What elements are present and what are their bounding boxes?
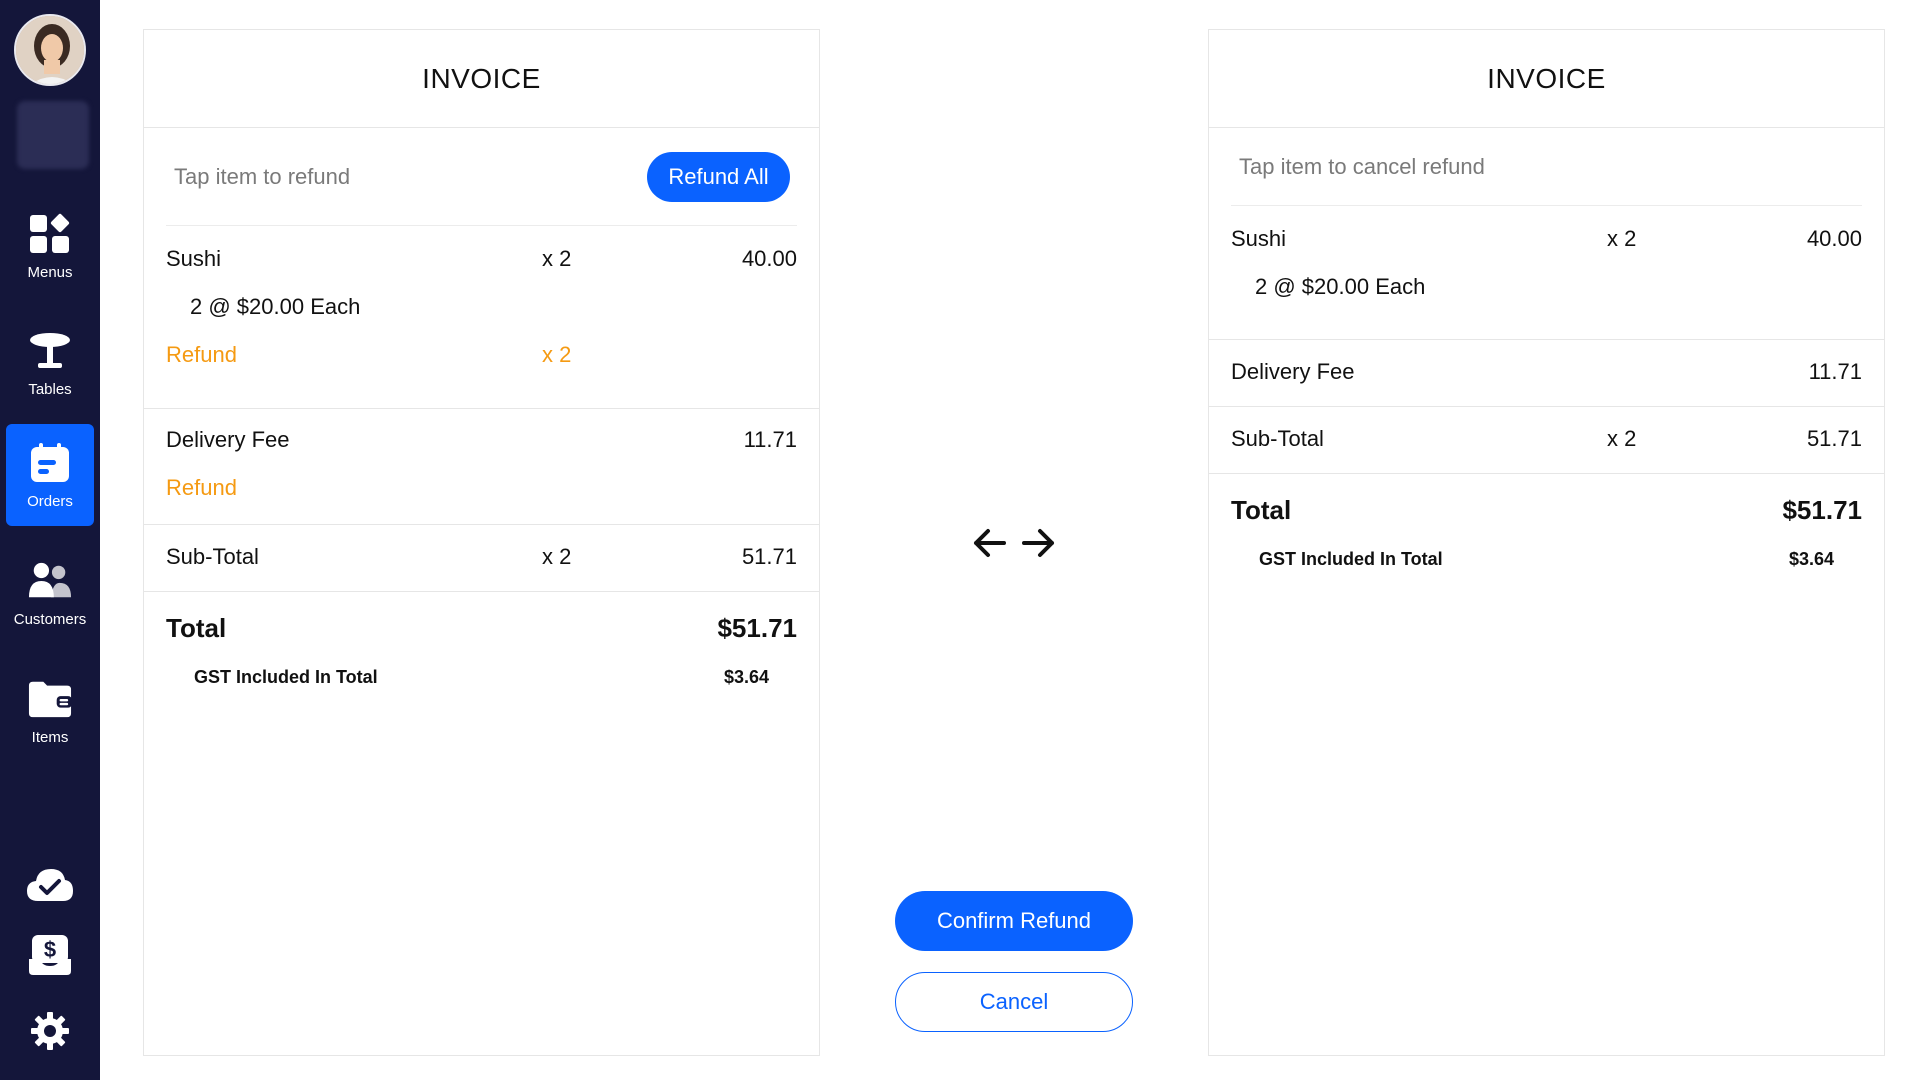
gst-label: GST Included In Total [194,667,378,687]
item-amount: 40.00 [741,246,797,271]
item-qty: x 2 [542,246,572,271]
sidebar-item-menus[interactable]: Menus [6,195,94,297]
cash-drawer-icon[interactable]: $ [25,930,75,980]
item-amount: 40.00 [1806,226,1862,251]
invoice-item-sushi[interactable]: Sushi x 2 40.00 2 @ $20.00 Each Refund x… [144,228,819,436]
customers-icon [28,559,72,603]
svg-text:$: $ [44,937,56,962]
avatar-image [16,16,84,84]
sidebar-item-label: Tables [28,380,72,398]
orders-icon [28,441,72,485]
total-amount: $51.71 [717,613,797,643]
subtotal-amount: 51.71 [741,544,797,569]
cloud-check-icon[interactable] [25,860,75,910]
invoice-item-delivery-fee[interactable]: Delivery Fee 11.71 Refund [144,409,819,525]
total-label: Total [1231,495,1292,525]
sidebar-item-label: Customers [13,610,87,628]
items-folder-icon [28,677,72,721]
item-amount: 11.71 [1808,359,1862,384]
sidebar-item-label: Orders [27,492,73,510]
subtotal-row: Sub-Total x 2 51.71 [1209,407,1884,473]
invoice-item-delivery-fee[interactable]: Delivery Fee 11.71 [1209,340,1884,406]
item-refund-label: Refund [166,475,237,500]
refund-hint-row: Tap item to refund Refund All [166,128,797,226]
subtotal-label: Sub-Total [166,544,259,569]
sidebar-item-orders[interactable]: Orders [6,424,94,526]
cancel-refund-hint-row: Tap item to cancel refund [1231,128,1862,206]
cancel-button[interactable]: Cancel [895,972,1133,1032]
item-name: Sushi [166,246,222,271]
item-refund-label: Refund [166,342,237,367]
gst-amount: $3.64 [1788,549,1834,569]
item-name: Sushi [1231,226,1287,251]
subtotal-qty: x 2 [542,544,572,569]
item-amount: 11.71 [743,427,797,452]
sidebar-item-label: Items [31,728,69,746]
subtotal-label: Sub-Total [1231,426,1324,451]
item-refund-qty: x 2 [542,342,572,367]
sidebar-item-label: Menus [27,263,73,281]
sidebar: Menus Tables Orders Customers Items $ [0,0,100,1080]
total-label: Total [166,613,227,643]
invoice-title: INVOICE [144,30,819,128]
item-qty: x 2 [1607,226,1637,251]
refund-target-invoice: INVOICE Tap item to cancel refund Sushi … [1208,29,1885,1056]
sidebar-item-tables[interactable]: Tables [6,312,94,414]
item-detail: 2 @ $20.00 Each [1255,274,1426,299]
refund-all-button[interactable]: Refund All [647,152,790,202]
store-logo [17,101,89,169]
invoice-title: INVOICE [1209,30,1884,128]
subtotal-row: Sub-Total x 2 51.71 [144,525,819,591]
total-section: Total $51.71 GST Included In Total $3.64 [144,592,819,712]
total-section: Total $51.71 GST Included In Total $3.64 [1209,474,1884,594]
item-detail: 2 @ $20.00 Each [190,294,361,319]
menus-grid-icon [28,212,72,256]
confirm-refund-button[interactable]: Confirm Refund [895,891,1133,951]
swap-arrows-icon[interactable] [972,521,1058,565]
item-name: Delivery Fee [166,427,290,452]
item-name: Delivery Fee [1231,359,1355,384]
total-amount: $51.71 [1782,495,1862,525]
gst-amount: $3.64 [723,667,769,687]
gst-label: GST Included In Total [1259,549,1443,569]
refund-hint: Tap item to refund [174,163,351,189]
sidebar-item-items[interactable]: Items [6,660,94,762]
avatar[interactable] [14,14,86,86]
subtotal-amount: 51.71 [1806,426,1862,451]
cancel-refund-hint: Tap item to cancel refund [1239,153,1485,179]
table-icon [28,329,72,373]
refund-source-invoice: INVOICE Tap item to refund Refund All Su… [143,29,820,1056]
gear-icon[interactable] [25,1006,75,1056]
sidebar-item-customers[interactable]: Customers [6,542,94,644]
subtotal-qty: x 2 [1607,426,1637,451]
